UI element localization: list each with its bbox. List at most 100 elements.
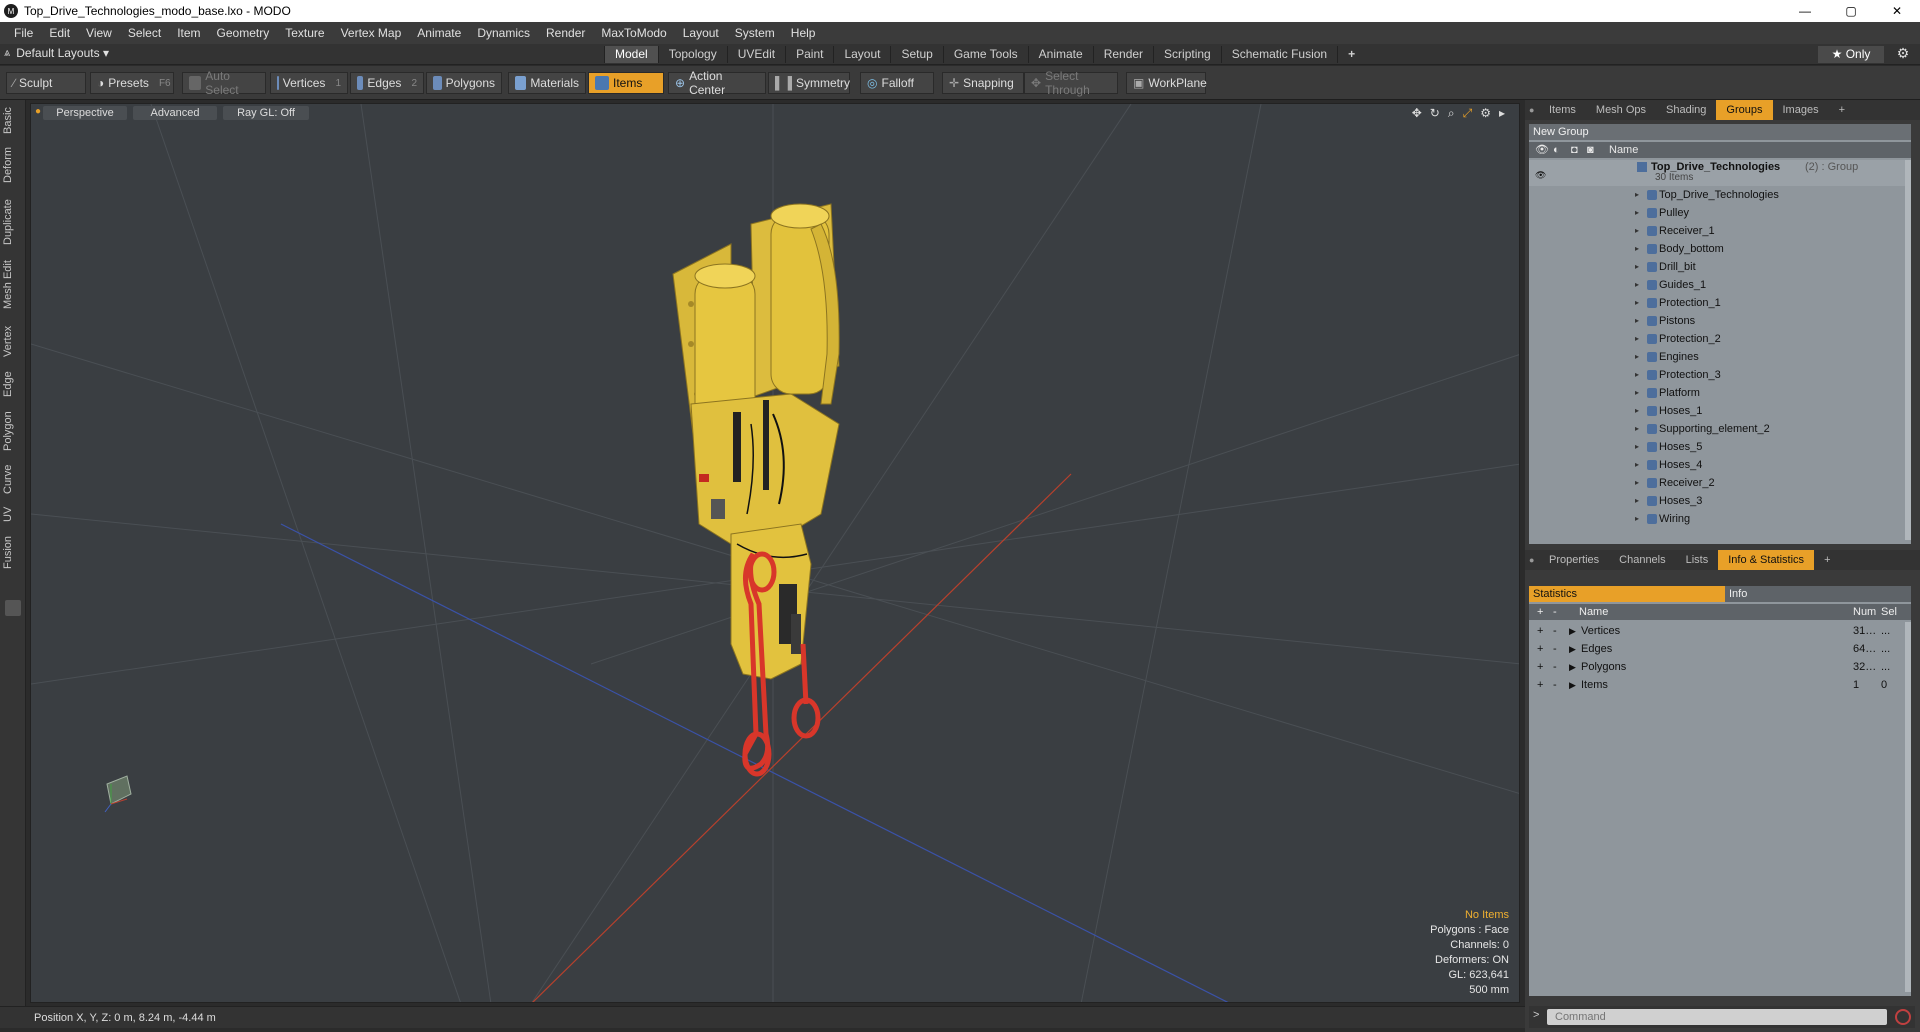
group-item-row[interactable]: ▸ Body_bottom: [1529, 240, 1911, 258]
auto-select-button[interactable]: Auto Select: [182, 69, 266, 97]
row-collapse-icon[interactable]: -: [1553, 640, 1557, 658]
group-item-row[interactable]: ▸ Wiring: [1529, 510, 1911, 528]
group-item-row[interactable]: ▸ Drill_bit: [1529, 258, 1911, 276]
left-tab-edge[interactable]: Edge: [2, 366, 24, 402]
tab-info-statistics[interactable]: Info & Statistics: [1718, 550, 1815, 570]
command-input[interactable]: [1547, 1009, 1887, 1025]
tab-statistics[interactable]: Statistics: [1529, 586, 1725, 602]
group-item-row[interactable]: ▸ Pistons: [1529, 312, 1911, 330]
group-item-row[interactable]: ▸ Receiver_1: [1529, 222, 1911, 240]
expand-arrow-icon[interactable]: ▸: [1635, 222, 1639, 240]
add-panel-tab-button[interactable]: +: [1829, 100, 1855, 120]
materials-button[interactable]: Materials: [508, 72, 586, 94]
row-arrow-icon[interactable]: ▶: [1569, 622, 1576, 640]
row-collapse-icon[interactable]: -: [1553, 676, 1557, 694]
tab-layout[interactable]: Layout: [833, 46, 890, 63]
panel-menu-icon[interactable]: ●: [1525, 105, 1539, 115]
group-item-row[interactable]: ▸ Supporting_element_2: [1529, 420, 1911, 438]
menu-dynamics[interactable]: Dynamics: [469, 26, 538, 40]
row-expand-icon[interactable]: +: [1537, 640, 1543, 658]
tab-groups[interactable]: Groups: [1716, 100, 1773, 120]
tab-channels[interactable]: Channels: [1609, 550, 1675, 570]
menu-edit[interactable]: Edit: [41, 26, 78, 40]
rotate-icon[interactable]: ↻: [1430, 106, 1440, 121]
group-item-row[interactable]: ▸ Protection_1: [1529, 294, 1911, 312]
new-group-button[interactable]: New Group: [1529, 124, 1911, 140]
tab-properties[interactable]: Properties: [1539, 550, 1609, 570]
menu-geometry[interactable]: Geometry: [209, 26, 278, 40]
items-button[interactable]: Items: [588, 72, 664, 94]
close-button[interactable]: ✕: [1874, 0, 1920, 22]
group-visibility-icon[interactable]: 👁: [1535, 166, 1546, 184]
stats-row[interactable]: + - ▶ Polygons 32…...: [1529, 658, 1911, 676]
expand-arrow-icon[interactable]: ▸: [1635, 276, 1639, 294]
menu-file[interactable]: File: [6, 26, 41, 40]
group-item-row[interactable]: ▸ Platform: [1529, 384, 1911, 402]
group-item-row[interactable]: ▸ Protection_3: [1529, 366, 1911, 384]
menu-select[interactable]: Select: [120, 26, 169, 40]
left-tab-basic[interactable]: Basic: [2, 104, 24, 138]
group-row[interactable]: 👁 Top_Drive_Technologies (2) : Group 30 …: [1529, 160, 1911, 186]
menu-help[interactable]: Help: [783, 26, 824, 40]
left-tab-curve[interactable]: Curve: [2, 460, 24, 498]
menu-animate[interactable]: Animate: [409, 26, 469, 40]
tab-mesh-ops[interactable]: Mesh Ops: [1586, 100, 1656, 120]
command-record-icon[interactable]: [1895, 1009, 1911, 1025]
expand-arrow-icon[interactable]: ▸: [1635, 258, 1639, 276]
tab-info[interactable]: Info: [1725, 586, 1911, 602]
row-expand-icon[interactable]: +: [1537, 676, 1543, 694]
menu-view[interactable]: View: [78, 26, 120, 40]
row-expand-icon[interactable]: +: [1537, 658, 1543, 676]
expand-arrow-icon[interactable]: ▸: [1635, 204, 1639, 222]
tab-images[interactable]: Images: [1773, 100, 1829, 120]
tab-animate[interactable]: Animate: [1027, 46, 1093, 63]
row-arrow-icon[interactable]: ▶: [1569, 676, 1576, 694]
stats-row[interactable]: + - ▶ Edges 64…...: [1529, 640, 1911, 658]
workplane-button[interactable]: ▣ WorkPlane: [1126, 72, 1207, 94]
sculpt-button[interactable]: ∕ Sculpt: [6, 72, 86, 94]
menu-texture[interactable]: Texture: [277, 26, 332, 40]
tab-schematic-fusion[interactable]: Schematic Fusion: [1220, 46, 1337, 63]
expand-arrow-icon[interactable]: ▸: [1635, 186, 1639, 204]
row-collapse-icon[interactable]: -: [1553, 622, 1557, 640]
tab-paint[interactable]: Paint: [785, 46, 833, 63]
expand-arrow-icon[interactable]: ▸: [1635, 474, 1639, 492]
group-item-row[interactable]: ▸ Guides_1: [1529, 276, 1911, 294]
layout-collapse-icon[interactable]: ⩓: [4, 47, 10, 60]
group-item-row[interactable]: ▸ Hoses_3: [1529, 492, 1911, 510]
stats-row[interactable]: + - ▶ Items 1 0: [1529, 676, 1911, 694]
viewport-menu-icon[interactable]: ●: [35, 106, 41, 117]
pan-icon[interactable]: ✥: [1412, 106, 1422, 121]
add-tab-button[interactable]: +: [1337, 46, 1365, 63]
viewport-expand-icon[interactable]: ▸: [1499, 106, 1505, 121]
zoom-icon[interactable]: ⌕: [1448, 106, 1455, 121]
raygl-button[interactable]: Ray GL: Off: [223, 106, 309, 120]
row-arrow-icon[interactable]: ▶: [1569, 658, 1576, 676]
left-tab-deform[interactable]: Deform: [2, 144, 24, 186]
view-perspective-button[interactable]: Perspective: [43, 106, 127, 120]
polygons-button[interactable]: Polygons: [426, 72, 502, 94]
snapping-button[interactable]: ✛ Snapping: [942, 72, 1024, 94]
falloff-button[interactable]: ◎ Falloff: [860, 72, 934, 94]
left-tab-mesh-edit[interactable]: Mesh Edit: [2, 256, 24, 314]
add-bottom-tab-button[interactable]: +: [1814, 550, 1840, 570]
vertices-button[interactable]: Vertices 1: [270, 72, 348, 94]
symmetry-button[interactable]: ▌▐ Symmetry: [768, 72, 850, 94]
select-through-button[interactable]: ✥ Select Through: [1024, 69, 1118, 97]
menu-layout[interactable]: Layout: [675, 26, 727, 40]
expand-arrow-icon[interactable]: ▸: [1635, 312, 1639, 330]
layout-selector[interactable]: Default Layouts ▾: [16, 46, 109, 60]
stats-row[interactable]: + - ▶ Vertices 31…...: [1529, 622, 1911, 640]
maximize-button[interactable]: ▢: [1828, 0, 1874, 22]
tab-items[interactable]: Items: [1539, 100, 1586, 120]
panel-menu-icon-2[interactable]: ●: [1525, 555, 1539, 565]
action-center-button[interactable]: ⊕ Action Center: [668, 69, 766, 97]
expand-arrow-icon[interactable]: ▸: [1635, 402, 1639, 420]
tab-render[interactable]: Render: [1092, 46, 1153, 63]
tab-topology[interactable]: Topology: [657, 46, 727, 63]
gear-icon[interactable]: ⚙: [1894, 45, 1912, 63]
only-button[interactable]: ★ Only: [1818, 46, 1884, 63]
presets-button[interactable]: ◑ Presets F6: [90, 72, 174, 94]
tab-uvedit[interactable]: UVEdit: [726, 46, 785, 63]
menu-render[interactable]: Render: [538, 26, 593, 40]
